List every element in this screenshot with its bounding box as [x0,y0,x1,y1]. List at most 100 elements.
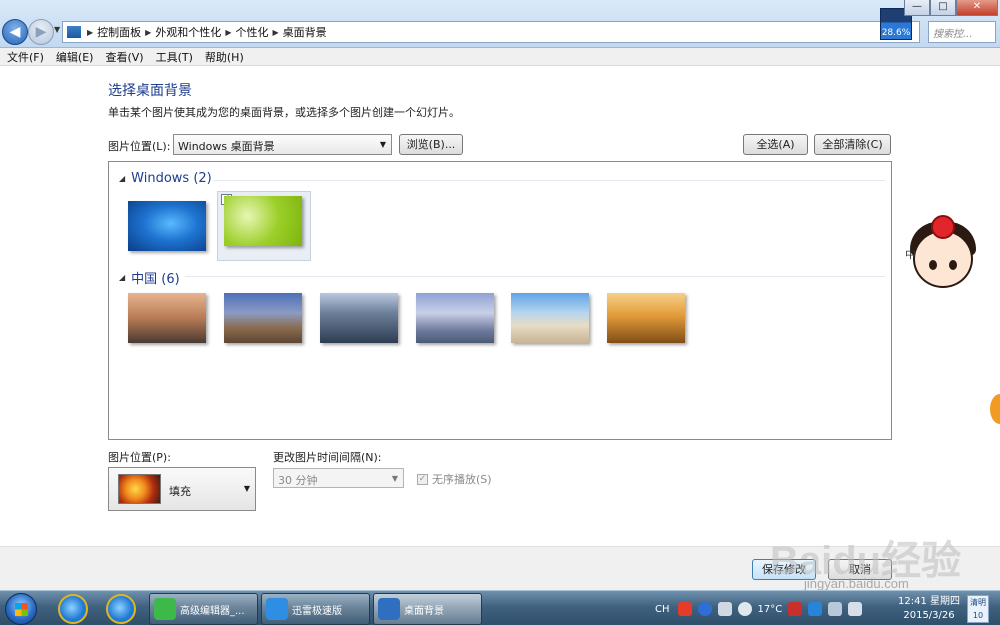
select-all-button[interactable]: 全选(A) [743,134,808,155]
clock-time: 12:41 星期四 [898,596,960,607]
window-titlebar: ◀ ▶ ▼ ▶ 控制面板 ▶ 外观和个性化 ▶ 个性化 ▶ 桌面背景 28.6%… [0,0,1000,48]
chevron-down-icon: ▼ [243,484,250,493]
group-title-windows: Windows (2) [131,171,212,186]
network-icon[interactable] [828,602,843,616]
picture-location-select[interactable]: Windows 桌面背景 ▼ [173,134,392,155]
wallpaper-thumbnail[interactable] [511,293,589,343]
menu-edit[interactable]: 编辑(E) [49,49,99,65]
close-button[interactable]: ✕ [956,0,998,16]
breadcrumb-appearance[interactable]: 外观和个性化 [155,24,221,40]
performance-percent: 28.6% [881,28,911,38]
selected-thumbnail-frame[interactable]: ✓ [217,191,311,261]
chevron-right-icon: ▶ [225,27,232,37]
interval-value: 30 分钟 [278,474,318,487]
flower-icon [931,215,955,239]
picture-position-label: 图片位置(P): [108,451,171,464]
taskbar-app-label: 高级编辑器_... [180,605,245,617]
chevron-down-icon: ▼ [379,140,386,149]
weather-label: 清明 [970,598,986,607]
watermark-url: jingyan.baidu.com [804,576,909,591]
forward-button[interactable]: ▶ [28,19,54,45]
clock[interactable]: 12:41 星期四 2015/3/26 [898,595,960,623]
weather-badge[interactable]: 清明 10 [967,595,989,623]
temperature: 17°C [757,603,783,615]
mascot-text: 中 [905,248,916,261]
ie-icon[interactable] [58,594,88,624]
taskbar: 高级编辑器_... 迅雷极速版 桌面背景 CH 17°C 12:41 星期四 2… [0,590,1000,625]
taskbar-app-desktop-background[interactable]: 桌面背景 [373,593,482,625]
shield-icon[interactable] [808,602,823,616]
picture-position-value: 填充 [169,485,191,498]
picture-gallery: ◢ Windows (2) ✓ ◢ 中国 (6) [108,161,892,440]
page-description: 单击某个图片使其成为您的桌面背景，或选择多个图片创建一个幻灯片。 [108,106,460,119]
wallpaper-thumbnail[interactable] [320,293,398,343]
mascot-sticker: 中 [905,212,980,302]
taskbar-app-label: 迅雷极速版 [292,605,342,617]
wallpaper-thumbnail[interactable] [416,293,494,343]
chevron-down-icon: ▼ [391,474,398,483]
picture-position-select[interactable]: 填充 ▼ [108,467,256,511]
input-method-icon[interactable] [677,602,692,616]
breadcrumb-desktop-background[interactable]: 桌面背景 [283,24,327,40]
editor-app-icon [154,598,176,620]
breadcrumb-personalization[interactable]: 个性化 [235,24,268,40]
taskbar-app-thunder[interactable]: 迅雷极速版 [261,593,370,625]
clock-date: 2015/3/26 [903,610,955,621]
volume-icon[interactable] [848,602,863,616]
thunder-app-icon [266,598,288,620]
baidu-watermark: Baidu经验 jingyan.baidu.com [770,518,1000,598]
checkbox-icon: ✓ [417,473,428,485]
menu-help[interactable]: 帮助(H) [198,49,249,65]
clear-all-button[interactable]: 全部清除(C) [814,134,891,155]
group-header-windows[interactable]: ◢ Windows (2) [119,171,212,186]
breadcrumb-control-panel[interactable]: 控制面板 [97,24,141,40]
weather-number: 10 [972,611,984,620]
collapse-triangle-icon: ◢ [119,273,126,282]
menu-view[interactable]: 查看(V) [98,49,148,65]
menu-file[interactable]: 文件(F) [0,49,49,65]
recent-pages-dropdown[interactable]: ▼ [54,25,60,34]
flag-icon[interactable] [788,602,803,616]
wallpaper-thumbnail[interactable] [224,293,302,343]
wallpaper-thumbnail[interactable] [128,293,206,343]
position-preview-image [118,474,161,504]
system-tray: CH 17°C [655,595,868,623]
menu-tools[interactable]: 工具(T) [149,49,198,65]
wallpaper-thumbnail[interactable] [607,293,685,343]
interval-label: 更改图片时间间隔(N): [273,451,382,464]
wallpaper-thumbnail[interactable] [128,201,206,251]
control-panel-icon [67,26,81,38]
cloud-icon[interactable] [737,602,752,616]
collapse-triangle-icon: ◢ [119,174,126,183]
start-button[interactable] [5,593,37,625]
maximize-button[interactable]: □ [930,0,956,16]
back-button[interactable]: ◀ [2,19,28,45]
chevron-right-icon: ▶ [145,27,152,37]
main-content: 选择桌面背景 单击某个图片使其成为您的桌面背景，或选择多个图片创建一个幻灯片。 … [0,66,1000,546]
taskbar-app-label: 桌面背景 [404,605,444,617]
menu-bar: 文件(F) 编辑(E) 查看(V) 工具(T) 帮助(H) [0,48,1000,66]
shuffle-checkbox[interactable]: ✓ 无序播放(S) [417,471,492,487]
taskbar-app-editor[interactable]: 高级编辑器_... [149,593,258,625]
chevron-right-icon: ▶ [272,27,279,37]
control-panel-icon [378,598,400,620]
group-header-china[interactable]: ◢ 中国 (6) [119,268,180,287]
group-divider [213,180,885,181]
ie-icon[interactable] [106,594,136,624]
mascot-eye [929,260,937,270]
chevron-right-icon: ▶ [87,27,94,37]
address-bar[interactable]: ▶ 控制面板 ▶ 外观和个性化 ▶ 个性化 ▶ 桌面背景 [62,21,920,43]
page-title: 选择桌面背景 [108,83,192,99]
picture-location-value: Windows 桌面背景 [178,140,275,153]
browse-button[interactable]: 浏览(B)... [399,134,463,155]
help-icon[interactable] [697,602,712,616]
search-input[interactable]: 搜索控... [928,21,996,43]
language-indicator[interactable]: CH [655,604,670,615]
interval-select[interactable]: 30 分钟 ▼ [273,468,404,488]
group-title-china: 中国 (6) [131,272,180,287]
minimize-button[interactable]: — [904,0,930,16]
shuffle-label: 无序播放(S) [432,473,492,486]
picture-location-label: 图片位置(L): [108,140,171,153]
group-divider [185,276,885,277]
pin-icon[interactable] [717,602,732,616]
